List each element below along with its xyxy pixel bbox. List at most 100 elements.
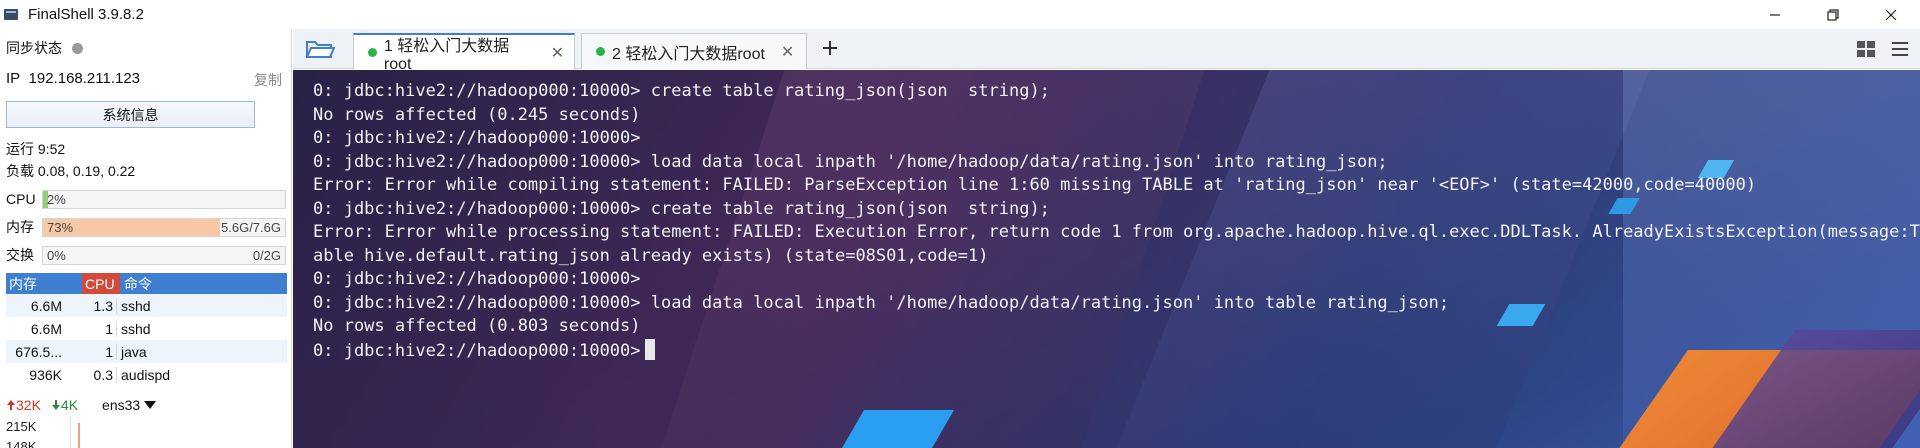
terminal-line-text: 0: jdbc:hive2://hadoop000:10000> bbox=[313, 128, 641, 148]
terminal-line-text: 0: jdbc:hive2://hadoop000:10000> load da… bbox=[313, 292, 1450, 313]
graph-scale-mid: 148K bbox=[6, 439, 37, 448]
session-tab-bar: 1 轻松入门大数据root ✕ 2 轻松入门大数据root ✕ bbox=[293, 29, 1920, 73]
terminal-line: 0: jdbc:hive2://hadoop000:10000> create … bbox=[313, 198, 1906, 222]
terminal-view[interactable]: 0: jdbc:hive2://hadoop000:10000> create … bbox=[293, 70, 1920, 448]
sync-status: 同步状态 bbox=[6, 38, 83, 58]
close-tab-icon[interactable]: ✕ bbox=[781, 42, 794, 62]
process-row[interactable]: 676.5... 1 java bbox=[6, 340, 287, 363]
terminal-line-text: 0: jdbc:hive2://hadoop000:10000> create … bbox=[313, 198, 1050, 219]
process-cpu: 1 bbox=[105, 320, 113, 337]
network-interface-name: ens33 bbox=[102, 397, 141, 413]
terminal-line: able hive.default.rating_json already ex… bbox=[313, 245, 1906, 269]
terminal-line: 0: jdbc:hive2://hadoop000:10000> bbox=[313, 127, 1906, 151]
process-memory: 6.6M bbox=[30, 320, 62, 337]
terminal-output: 0: jdbc:hive2://hadoop000:10000> create … bbox=[313, 80, 1920, 362]
graph-scale-top: 215K bbox=[6, 419, 37, 434]
column-header-cpu[interactable]: CPU bbox=[82, 273, 120, 294]
process-command: sshd bbox=[116, 297, 287, 314]
tab-session-1[interactable]: 1 轻松入门大数据root ✕ bbox=[353, 33, 575, 73]
app-icon bbox=[4, 7, 20, 23]
process-table-header: 内存 CPU 命令 bbox=[6, 273, 287, 294]
swap-percent: 0% bbox=[47, 247, 66, 263]
terminal-line: 0: jdbc:hive2://hadoop000:10000> load da… bbox=[313, 292, 1906, 316]
column-header-command[interactable]: 命令 bbox=[120, 274, 287, 294]
chevron-down-icon bbox=[144, 401, 157, 409]
terminal-line-text: No rows affected (0.803 seconds) bbox=[313, 316, 641, 336]
open-folder-button[interactable] bbox=[305, 37, 336, 61]
terminal-line-text: 0: jdbc:hive2://hadoop000:10000> load da… bbox=[313, 151, 1388, 172]
grid-layout-icon bbox=[1857, 41, 1875, 57]
terminal-line-text: Error: Error while compiling statement: … bbox=[313, 175, 1757, 195]
tab-session-2[interactable]: 2 轻松入门大数据root ✕ bbox=[581, 33, 807, 69]
terminal-line: No rows affected (0.245 seconds) bbox=[313, 104, 1906, 128]
process-command: sshd bbox=[116, 320, 287, 337]
arrow-up-icon bbox=[7, 400, 15, 410]
window-controls bbox=[1746, 0, 1920, 29]
process-cpu: 0.3 bbox=[93, 366, 113, 383]
close-tab-icon[interactable]: ✕ bbox=[551, 43, 564, 63]
minimize-button[interactable] bbox=[1746, 0, 1804, 29]
terminal-line: Error: Error while processing statement:… bbox=[313, 221, 1920, 245]
uptime-text: 运行 9:52 bbox=[6, 141, 66, 157]
memory-percent: 73% bbox=[47, 219, 74, 235]
tab-session-1-label: 1 轻松入门大数据root bbox=[383, 37, 510, 73]
process-row[interactable]: 6.6M 1 sshd bbox=[6, 317, 287, 340]
system-info-button[interactable]: 系统信息 bbox=[6, 101, 255, 128]
layout-button[interactable] bbox=[1856, 39, 1876, 59]
process-row[interactable]: 936K 0.3 audispd bbox=[6, 363, 287, 386]
terminal-line-text: Error: Error while processing statement:… bbox=[313, 222, 1920, 242]
download-rate: 4K bbox=[51, 397, 78, 413]
process-memory: 6.6M bbox=[30, 297, 62, 314]
cpu-percent: 2% bbox=[47, 191, 66, 207]
app-title: FinalShell 3.9.8.2 bbox=[28, 6, 144, 23]
new-tab-button[interactable] bbox=[817, 35, 843, 61]
connected-dot-icon bbox=[368, 48, 377, 57]
process-table: 内存 CPU 命令 6.6M 1.3 sshd 6.6M 1 sshd 676.5... 1 j… bbox=[6, 273, 287, 386]
process-cpu: 1.3 bbox=[93, 297, 113, 314]
swap-label: 交换 bbox=[6, 247, 34, 263]
upload-rate-value: 32K bbox=[16, 397, 41, 413]
process-command: java bbox=[116, 343, 287, 360]
ip-address: IP 192.168.211.123 bbox=[6, 70, 140, 90]
process-memory: 676.5... bbox=[15, 343, 62, 360]
terminal-line-text: able hive.default.rating_json already ex… bbox=[313, 245, 989, 266]
memory-bar: 73% 5.6G/7.6G bbox=[42, 217, 286, 237]
arrow-down-icon bbox=[51, 400, 60, 410]
column-header-memory[interactable]: 内存 bbox=[6, 274, 82, 294]
close-icon bbox=[1885, 9, 1897, 20]
graph-spike bbox=[78, 423, 80, 448]
process-row[interactable]: 6.6M 1.3 sshd bbox=[6, 294, 287, 317]
terminal-line-text: 0: jdbc:hive2://hadoop000:10000> bbox=[313, 340, 641, 361]
network-interface-select[interactable]: ens33 bbox=[102, 397, 157, 413]
restore-button[interactable] bbox=[1804, 0, 1862, 29]
terminal-line-text: 0: jdbc:hive2://hadoop000:10000> create … bbox=[313, 81, 1050, 101]
process-cpu: 1 bbox=[105, 343, 113, 360]
terminal-line: Error: Error while compiling statement: … bbox=[313, 174, 1906, 198]
terminal-line: 0: jdbc:hive2://hadoop000:10000> create … bbox=[313, 80, 1906, 104]
terminal-line: 0: jdbc:hive2://hadoop000:10000> bbox=[313, 268, 1906, 292]
hamburger-menu-icon bbox=[1892, 42, 1908, 56]
load-average-text: 负载 0.08, 0.19, 0.22 bbox=[6, 163, 136, 179]
swap-meter: 交换 0% 0/2G bbox=[6, 245, 286, 265]
copy-ip-button[interactable]: 复制 bbox=[254, 70, 282, 90]
menu-button[interactable] bbox=[1890, 39, 1910, 59]
cpu-label: CPU bbox=[6, 191, 36, 207]
cpu-bar: 2% bbox=[42, 189, 286, 209]
memory-label: 内存 bbox=[6, 219, 34, 235]
swap-value: 0/2G bbox=[252, 247, 281, 263]
close-window-button[interactable] bbox=[1862, 0, 1920, 29]
process-command: audispd bbox=[116, 366, 287, 383]
network-graph: 215K 148K bbox=[6, 417, 287, 448]
memory-value: 5.6G/7.6G bbox=[221, 219, 281, 235]
process-table-body: 6.6M 1.3 sshd 6.6M 1 sshd 676.5... 1 java 936K 0.3… bbox=[6, 294, 287, 386]
plus-icon bbox=[823, 41, 837, 55]
connected-dot-icon bbox=[596, 47, 605, 56]
title-bar: FinalShell 3.9.8.2 bbox=[0, 0, 1920, 29]
cpu-meter: CPU 2% bbox=[6, 189, 286, 209]
terminal-line-text: No rows affected (0.245 seconds) bbox=[313, 104, 641, 125]
sync-status-label: 同步状态 bbox=[6, 40, 62, 56]
sync-status-dot-icon bbox=[72, 42, 83, 54]
terminal-line: No rows affected (0.803 seconds) bbox=[313, 315, 1906, 339]
terminal-line: 0: jdbc:hive2://hadoop000:10000> load da… bbox=[313, 151, 1906, 175]
download-rate-value: 4K bbox=[60, 397, 79, 413]
